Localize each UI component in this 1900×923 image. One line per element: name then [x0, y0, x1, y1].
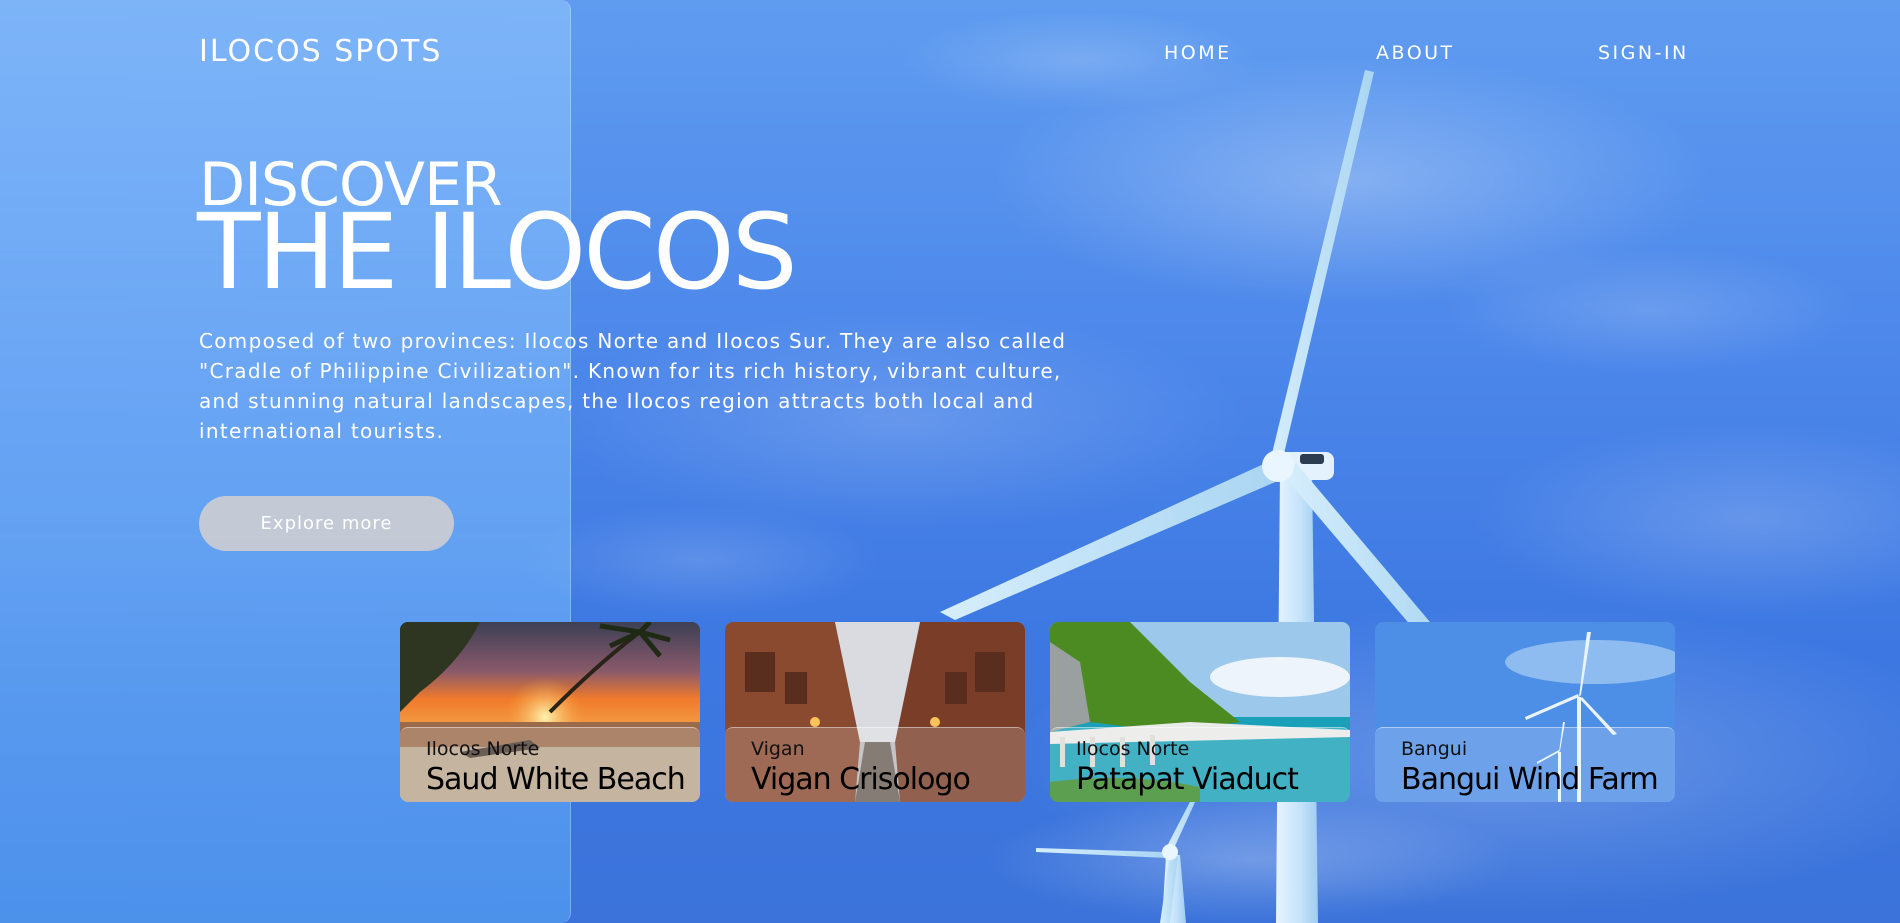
destination-card[interactable]: Ilocos Norte Saud White Beach [400, 622, 700, 802]
card-caption: Ilocos Norte Patapat Viaduct [1050, 727, 1350, 802]
card-title: Vigan Crisologo [751, 762, 971, 797]
destination-card[interactable]: Bangui Bangui Wind Farm [1375, 622, 1675, 802]
card-caption: Vigan Vigan Crisologo [725, 727, 1025, 802]
nav-about-link[interactable]: ABOUT [1376, 42, 1455, 64]
hero-description: Composed of two provinces: Ilocos Norte … [199, 329, 1067, 443]
page: ILOCOS SPOTS HOME ABOUT SIGN-IN DISCOVER… [0, 0, 1900, 923]
explore-more-button[interactable]: Explore more [199, 496, 454, 551]
nav-home-link[interactable]: HOME [1164, 42, 1232, 64]
destination-card[interactable]: Vigan Vigan Crisologo [725, 622, 1025, 802]
card-title: Bangui Wind Farm [1401, 762, 1659, 797]
nav-signin-link[interactable]: SIGN-IN [1598, 42, 1689, 64]
brand-logo[interactable]: ILOCOS SPOTS [199, 34, 442, 69]
hero-title: THE ILOCOS [197, 191, 798, 313]
card-location: Vigan [751, 738, 805, 760]
card-caption: Bangui Bangui Wind Farm [1375, 727, 1675, 802]
card-location: Bangui [1401, 738, 1468, 760]
card-location: Ilocos Norte [1076, 738, 1190, 760]
card-title: Patapat Viaduct [1076, 762, 1299, 797]
card-caption: Ilocos Norte Saud White Beach [400, 727, 700, 802]
destination-card[interactable]: Ilocos Norte Patapat Viaduct [1050, 622, 1350, 802]
card-location: Ilocos Norte [426, 738, 540, 760]
card-title: Saud White Beach [426, 762, 686, 797]
